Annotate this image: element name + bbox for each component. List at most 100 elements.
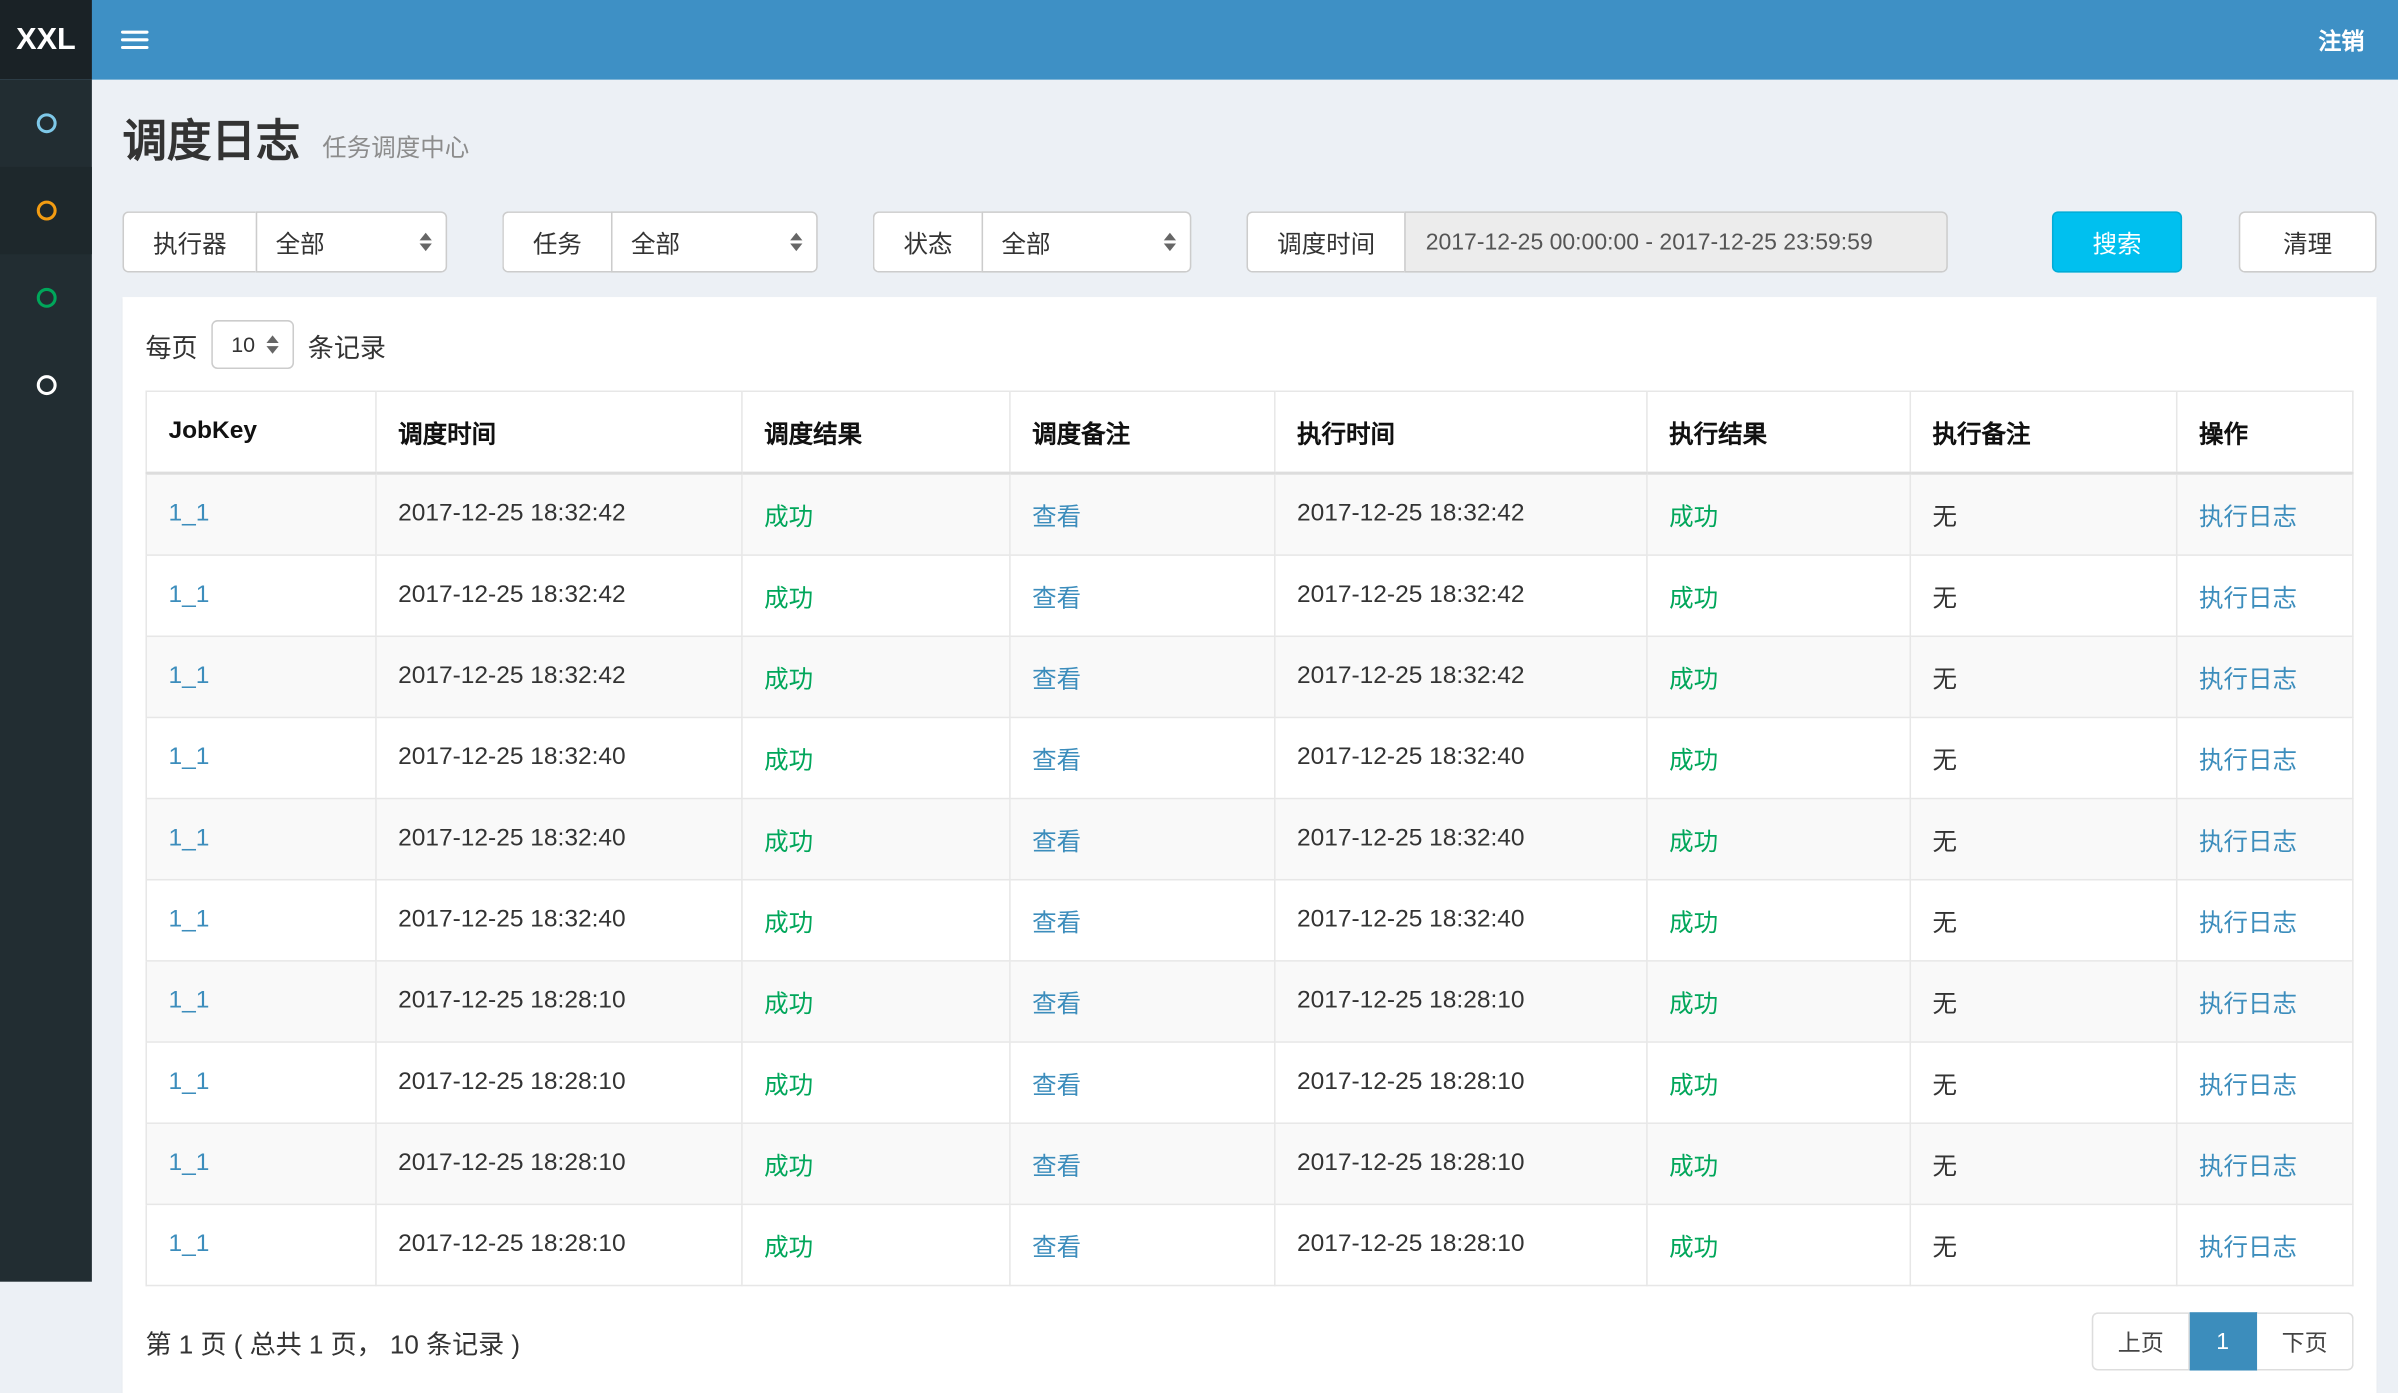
page-size-select[interactable]: 10 — [211, 320, 294, 369]
cell-exec-log-link[interactable]: 执行日志 — [2199, 911, 2297, 937]
cell-handle-time: 2017-12-25 18:28:10 — [1297, 1069, 1525, 1095]
table-row: 1_12017-12-25 18:32:42成功查看2017-12-25 18:… — [146, 636, 2353, 717]
page-size-value: 10 — [231, 332, 255, 357]
trigger-time-range-input[interactable]: 2017-12-25 00:00:00 - 2017-12-25 23:59:5… — [1404, 211, 1948, 272]
cell-jobkey-link[interactable]: 1_1 — [168, 1069, 209, 1095]
table-row: 1_12017-12-25 18:28:10成功查看2017-12-25 18:… — [146, 1204, 2353, 1285]
cell-handle-time: 2017-12-25 18:32:42 — [1297, 582, 1525, 608]
cell-trigger-result: 成功 — [764, 1236, 813, 1262]
cell-trigger-msg-link[interactable]: 查看 — [1032, 830, 1081, 856]
app-logo[interactable]: XXL — [0, 0, 92, 80]
cell-exec-log-link[interactable]: 执行日志 — [2199, 1236, 2297, 1262]
cell-jobkey-link[interactable]: 1_1 — [168, 1231, 209, 1257]
cell-handle-time: 2017-12-25 18:32:42 — [1297, 663, 1525, 689]
log-box: 每页 10 条记录 JobKey调度时间调度结果调度备注执行时间执行结果执行备注… — [123, 297, 2377, 1393]
cell-trigger-time: 2017-12-25 18:28:10 — [398, 1069, 626, 1095]
cell-handle-result: 成功 — [1669, 992, 1718, 1018]
sidebar-item-3[interactable] — [0, 254, 92, 341]
cell-trigger-msg-link[interactable]: 查看 — [1032, 992, 1081, 1018]
cell-trigger-msg-link[interactable]: 查看 — [1032, 749, 1081, 775]
cell-trigger-result: 成功 — [764, 830, 813, 856]
page-size-row: 每页 10 条记录 — [145, 320, 2353, 369]
cell-trigger-time: 2017-12-25 18:32:40 — [398, 744, 626, 770]
search-button[interactable]: 搜索 — [2052, 211, 2182, 272]
cell-handle-msg: 无 — [1933, 1073, 1958, 1099]
sidebar-menu — [0, 80, 92, 429]
cell-trigger-msg-link[interactable]: 查看 — [1032, 911, 1081, 937]
cell-jobkey-link[interactable]: 1_1 — [168, 825, 209, 851]
cell-trigger-result: 成功 — [764, 505, 813, 531]
cell-handle-result: 成功 — [1669, 911, 1718, 937]
executor-select-value: 全部 — [276, 224, 325, 261]
cell-handle-result: 成功 — [1669, 505, 1718, 531]
cell-handle-time: 2017-12-25 18:28:10 — [1297, 1150, 1525, 1176]
cell-trigger-msg-link[interactable]: 查看 — [1032, 505, 1081, 531]
prev-page-button[interactable]: 上页 — [2092, 1312, 2190, 1370]
page-header: 调度日志 任务调度中心 — [123, 106, 2377, 170]
status-filter-group: 状态 全部 — [873, 211, 1192, 272]
executor-select[interactable]: 全部 — [256, 211, 447, 272]
cell-handle-result: 成功 — [1669, 1073, 1718, 1099]
sidebar-item-2[interactable] — [0, 167, 92, 254]
cell-exec-log-link[interactable]: 执行日志 — [2199, 749, 2297, 775]
cell-trigger-msg-link[interactable]: 查看 — [1032, 1155, 1081, 1181]
cell-trigger-result: 成功 — [764, 1155, 813, 1181]
cell-exec-log-link[interactable]: 执行日志 — [2199, 1073, 2297, 1099]
top-navbar: XXL 注销 — [0, 0, 2398, 80]
sidebar-item-1[interactable] — [0, 80, 92, 167]
status-select[interactable]: 全部 — [982, 211, 1192, 272]
sidebar-toggle-button[interactable] — [92, 0, 178, 80]
select-arrows-icon — [790, 233, 802, 251]
cell-handle-time: 2017-12-25 18:32:40 — [1297, 825, 1525, 851]
cell-jobkey-link[interactable]: 1_1 — [168, 907, 209, 933]
cell-handle-result: 成功 — [1669, 830, 1718, 856]
job-filter-label: 任务 — [502, 211, 611, 272]
cell-exec-log-link[interactable]: 执行日志 — [2199, 1155, 2297, 1181]
cell-jobkey-link[interactable]: 1_1 — [168, 582, 209, 608]
cell-exec-log-link[interactable]: 执行日志 — [2199, 505, 2297, 531]
column-header: 调度时间 — [376, 391, 742, 473]
table-row: 1_1 2017-12-25 18:32:40 成功 查看 2017-12-25 18:… — [146, 799, 2353, 880]
cell-trigger-msg-link[interactable]: 查看 — [1032, 1073, 1081, 1099]
cell-jobkey-link[interactable]: 1_1 — [168, 1150, 209, 1176]
cell-trigger-msg-link[interactable]: 查看 — [1032, 586, 1081, 612]
cell-trigger-result: 成功 — [764, 668, 813, 694]
sidebar-item-4[interactable] — [0, 341, 92, 428]
job-filter-group: 任务 全部 — [502, 211, 817, 272]
cell-exec-log-link[interactable]: 执行日志 — [2199, 586, 2297, 612]
logout-link[interactable]: 注销 — [2285, 0, 2398, 80]
cell-trigger-result: 成功 — [764, 911, 813, 937]
cell-exec-log-link[interactable]: 执行日志 — [2199, 668, 2297, 694]
cell-handle-msg: 无 — [1933, 668, 1958, 694]
cell-handle-msg: 无 — [1933, 992, 1958, 1018]
cell-handle-msg: 无 — [1933, 1155, 1958, 1181]
cell-jobkey-link[interactable]: 1_1 — [168, 663, 209, 689]
current-page-button[interactable]: 1 — [2190, 1312, 2257, 1370]
executor-filter-group: 执行器 全部 — [123, 211, 448, 272]
cell-trigger-time: 2017-12-25 18:32:40 — [398, 825, 626, 851]
cell-jobkey-link[interactable]: 1_1 — [168, 988, 209, 1014]
cell-handle-msg: 无 — [1933, 749, 1958, 775]
column-header: 操作 — [2177, 391, 2353, 473]
next-page-button[interactable]: 下页 — [2257, 1312, 2353, 1370]
page-size-prefix: 每页 — [145, 325, 197, 363]
cell-exec-log-link[interactable]: 执行日志 — [2199, 992, 2297, 1018]
page-title: 调度日志 — [123, 118, 301, 167]
circle-icon — [36, 113, 56, 133]
cell-handle-time: 2017-12-25 18:32:40 — [1297, 744, 1525, 770]
cell-handle-result: 成功 — [1669, 749, 1718, 775]
cell-exec-log-link[interactable]: 执行日志 — [2199, 830, 2297, 856]
table-row: 1_12017-12-25 18:32:42成功查看2017-12-25 18:… — [146, 473, 2353, 555]
cell-trigger-msg-link[interactable]: 查看 — [1032, 668, 1081, 694]
column-header: 调度备注 — [1010, 391, 1275, 473]
select-arrows-icon — [266, 335, 278, 353]
cell-jobkey-link[interactable]: 1_1 — [168, 744, 209, 770]
executor-filter-label: 执行器 — [123, 211, 256, 272]
job-select[interactable]: 全部 — [611, 211, 818, 272]
table-row: 1_12017-12-25 18:28:10成功查看2017-12-25 18:… — [146, 1123, 2353, 1204]
column-header: 执行结果 — [1647, 391, 1910, 473]
cell-trigger-msg-link[interactable]: 查看 — [1032, 1236, 1081, 1262]
cell-jobkey-link[interactable]: 1_1 — [168, 501, 209, 527]
column-header: 调度结果 — [742, 391, 1010, 473]
clean-button[interactable]: 清理 — [2239, 211, 2377, 272]
